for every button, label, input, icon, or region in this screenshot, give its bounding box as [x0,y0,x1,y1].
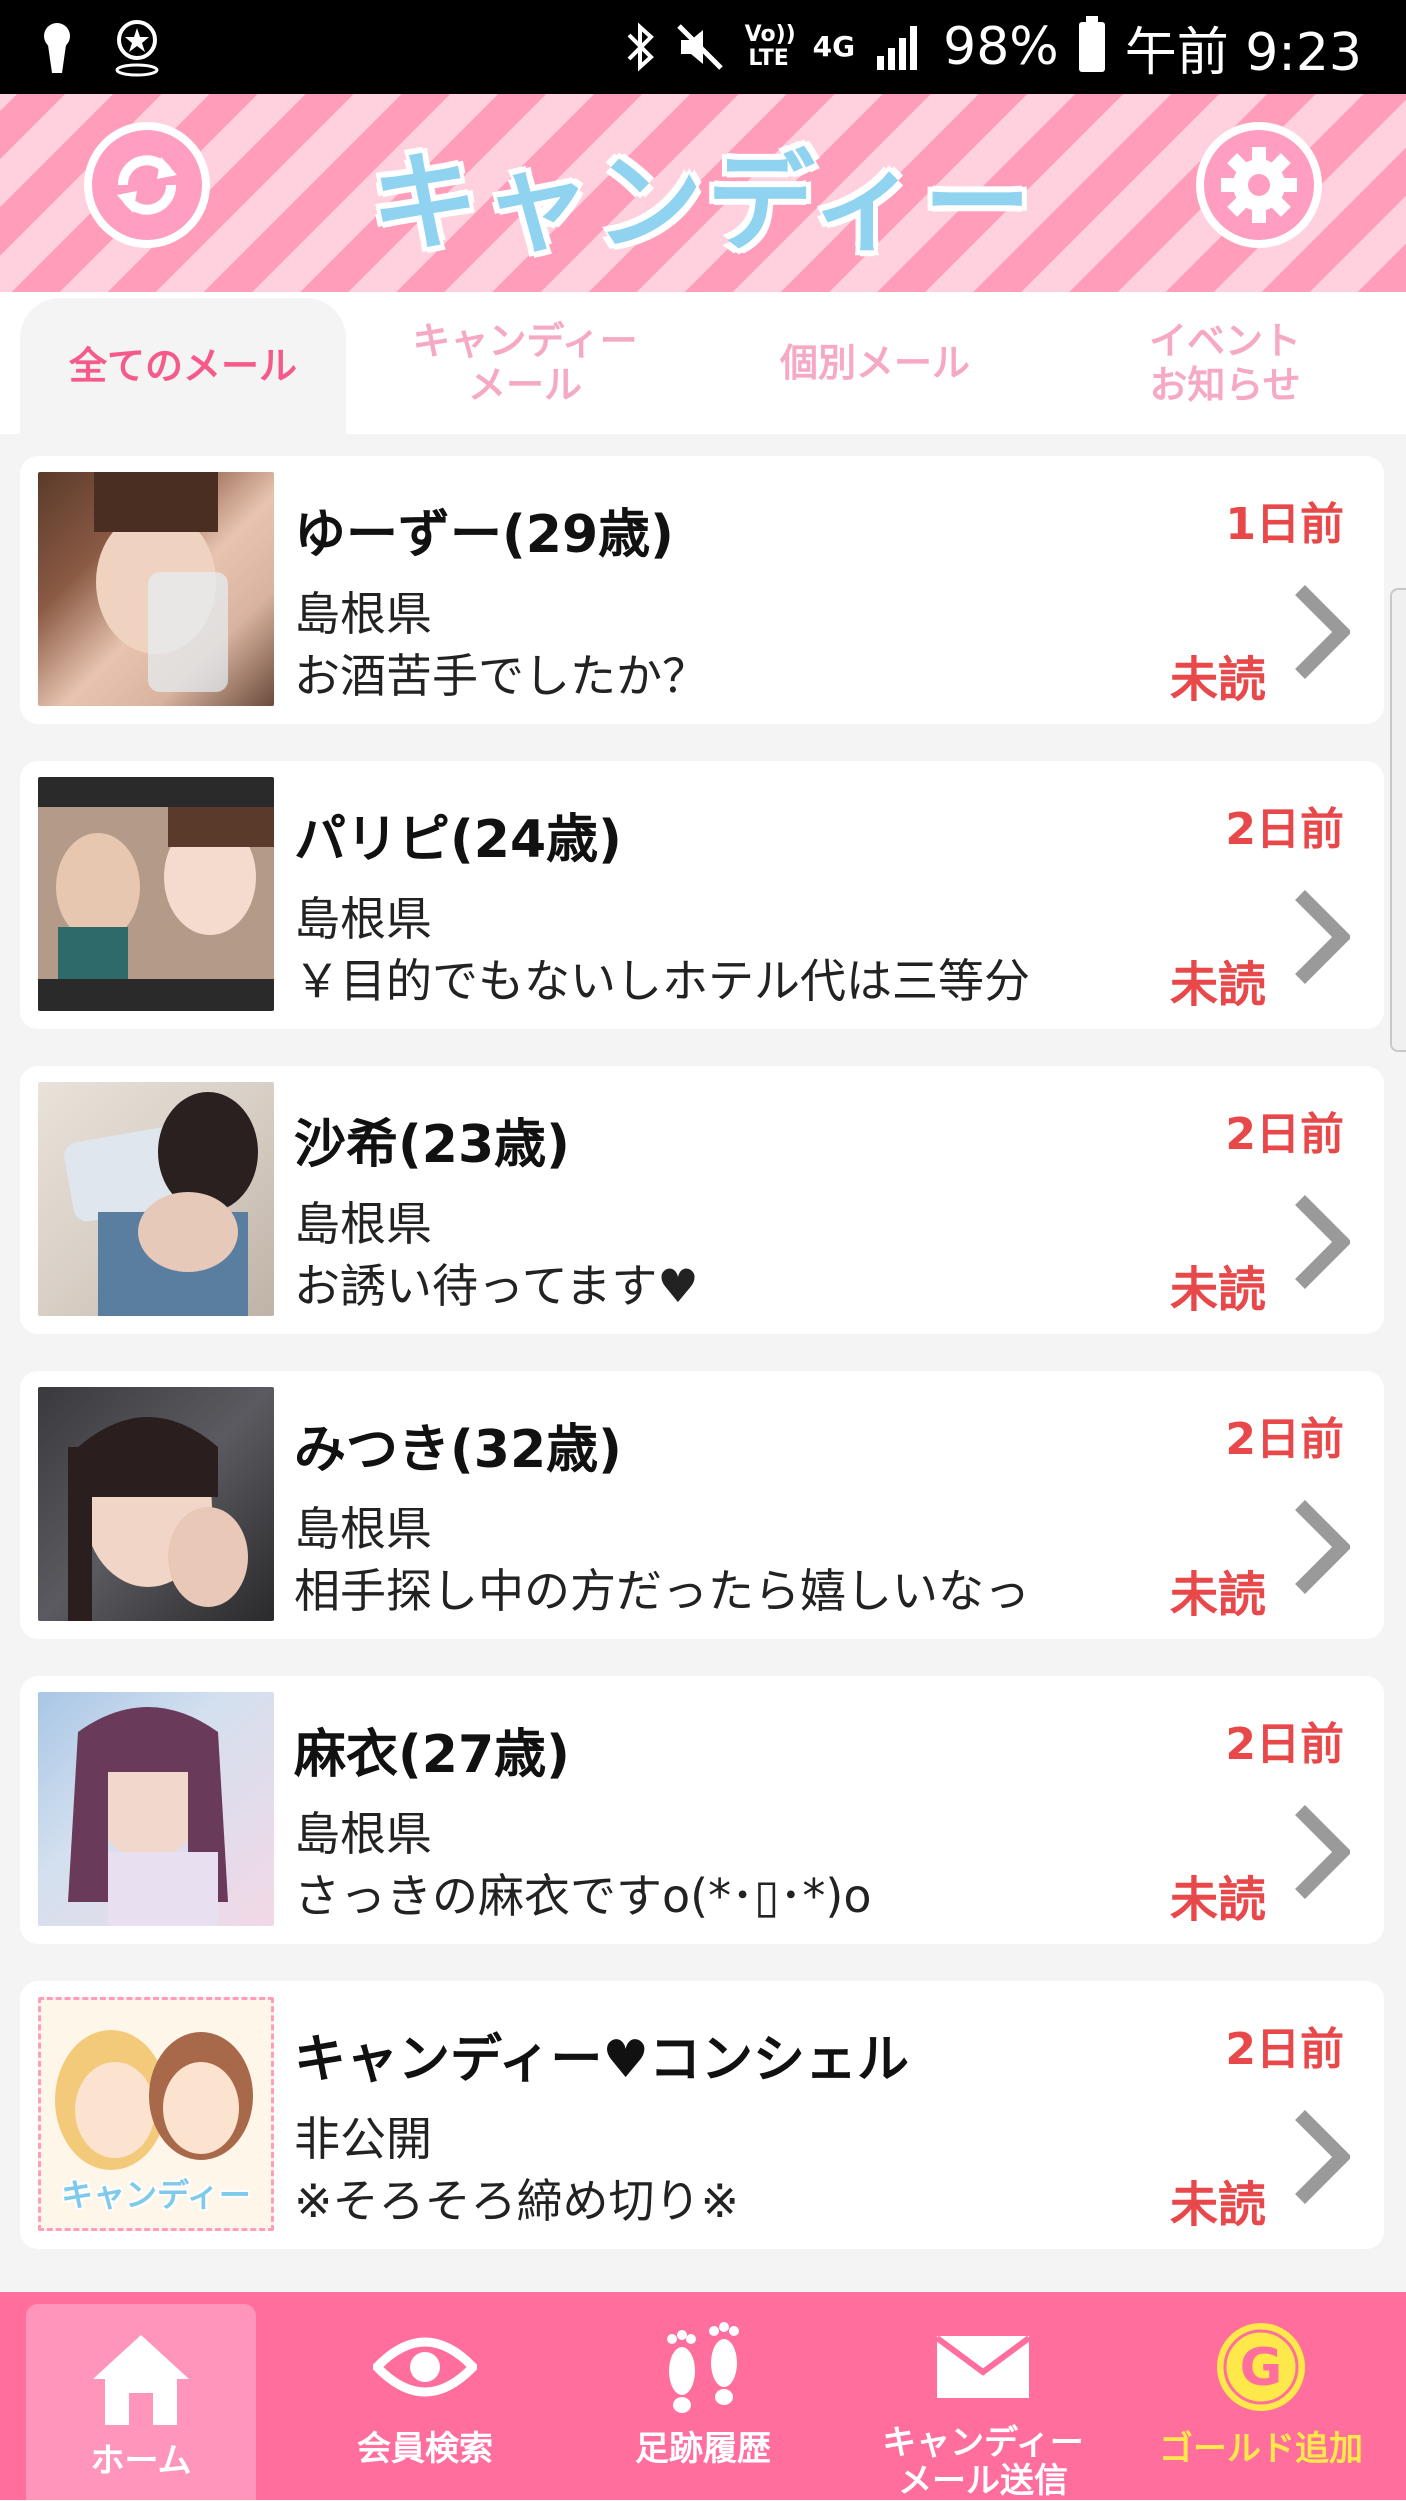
chevron-right-icon [1295,585,1350,679]
network-indicator: 4G [812,30,856,63]
user-name: キャンディー♥コンシェル [294,2030,909,2090]
avatar [38,1387,274,1621]
user-prefecture: 島根県 [294,587,432,641]
message-item[interactable]: 沙希(23歳) 島根県 お誘い待ってます♥ 2日前 未読 [20,1066,1384,1334]
user-name: 麻衣(27歳) [294,1725,570,1785]
user-name: パリピ(24歳) [294,810,622,870]
home-icon [86,2324,196,2434]
eye-icon [370,2312,480,2422]
nav-member-search[interactable]: 会員検索 [290,2292,560,2500]
nav-label: キャンディー メール送信 [882,2423,1084,2501]
tab-label: イベント お知らせ [1148,319,1301,407]
tab-all-mail[interactable]: 全てのメール [20,298,346,434]
keyhole-icon [44,23,70,73]
avatar [38,1082,274,1316]
tab-label: 個別メール [779,341,970,385]
avatar [38,472,274,706]
user-name: みつき(32歳) [294,1420,622,1480]
scrollbar[interactable] [1390,588,1406,1052]
message-time: 2日前 [1225,2024,1344,2075]
tab-label: 全てのメール [68,344,297,388]
user-prefecture: 島根県 [294,1807,432,1861]
nav-add-gold[interactable]: G ゴールド追加 [1126,2292,1396,2500]
nav-label: ホーム [90,2441,192,2481]
message-item[interactable]: キャンディー キャンディー♥コンシェル 非公開 ※そろそろ締め切り※ 2日前 未… [20,1981,1384,2249]
message-preview: 相手探し中の方だったら嬉しいなっ [294,1564,1030,1618]
avatar: キャンディー [38,1997,274,2231]
nav-footprints[interactable]: 足跡履歴 [568,2292,838,2500]
battery-icon [1078,16,1105,72]
tab-individual-mail[interactable]: 個別メール [700,292,1050,434]
message-item[interactable]: 麻衣(27歳) 島根県 さっきの麻衣ですo(*･▯･*)o 2日前 未読 [20,1676,1384,1944]
location-star-icon [115,20,159,77]
user-prefecture: 非公開 [294,2112,432,2166]
unread-badge: 未読 [1169,1262,1266,1318]
avatar [38,777,274,1011]
status-bar: Vo)) LTE 4G 98% 午前 9:23 [0,0,1406,94]
message-time: 2日前 [1225,804,1344,855]
refresh-button[interactable] [84,122,210,248]
mail-tabs: 全てのメール キャンディー メール 個別メール イベント お知らせ [0,292,1406,434]
message-preview: お誘い待ってます♥ [294,1259,699,1313]
user-name: ゆーずー(29歳) [294,505,674,565]
message-list: ゆーずー(29歳) 島根県 お酒苦手でしたか？ 1日前 未読 パリピ(24歳) … [0,434,1406,2290]
unread-badge: 未読 [1169,2177,1266,2233]
nav-send-mail[interactable]: キャンディー メール送信 [848,2292,1118,2500]
avatar [38,1692,274,1926]
bluetooth-icon [627,22,654,72]
message-preview: お酒苦手でしたか？ [294,649,708,703]
nav-label: 会員検索 [357,2429,493,2469]
gold-coin-icon: G [1206,2312,1316,2422]
signal-icon [877,26,918,70]
nav-label: ゴールド追加 [1159,2429,1363,2469]
mute-icon [676,24,723,70]
unread-badge: 未読 [1169,957,1266,1013]
unread-badge: 未読 [1169,1567,1266,1623]
message-preview: さっきの麻衣ですo(*･▯･*)o [294,1869,872,1923]
bottom-navigation: ホーム 会員検索 足跡履歴 キャンディー メール送信 G ゴールド追加 [0,2292,1406,2500]
app-logo: キャンディー [370,141,1036,266]
unread-badge: 未読 [1169,1872,1266,1928]
tab-candy-mail[interactable]: キャンディー メール [360,292,690,434]
tab-label: キャンディー メール [412,319,638,407]
message-item[interactable]: みつき(32歳) 島根県 相手探し中の方だったら嬉しいなっ 2日前 未読 [20,1371,1384,1639]
message-item[interactable]: ゆーずー(29歳) 島根県 お酒苦手でしたか？ 1日前 未読 [20,456,1384,724]
gear-icon [1221,147,1297,223]
refresh-icon [117,155,177,215]
clock: 午前 9:23 [1124,22,1362,83]
message-preview: ※そろそろ締め切り※ [294,2174,740,2228]
app-header: キャンディー [0,94,1406,292]
unread-badge: 未読 [1169,652,1266,708]
user-prefecture: 島根県 [294,1502,432,1556]
chevron-right-icon [1295,1500,1350,1594]
chevron-right-icon [1295,2110,1350,2204]
tab-event-notice[interactable]: イベント お知らせ [1060,292,1390,434]
thumb-logo-text: キャンディー [61,2176,251,2214]
chevron-right-icon [1295,1805,1350,1899]
chevron-right-icon [1295,890,1350,984]
message-time: 2日前 [1225,1109,1344,1160]
message-item[interactable]: パリピ(24歳) 島根県 ￥目的でもないしホテル代は三等分 2日前 未読 [20,761,1384,1029]
message-preview: ￥目的でもないしホテル代は三等分 [294,954,1030,1008]
user-prefecture: 島根県 [294,1197,432,1251]
message-time: 2日前 [1225,1719,1344,1770]
chevron-right-icon [1295,1195,1350,1289]
message-time: 1日前 [1225,499,1344,550]
mail-icon [928,2312,1038,2422]
svg-text:G: G [1240,2338,1283,2398]
nav-home[interactable]: ホーム [26,2304,256,2500]
nav-label: 足跡履歴 [635,2429,771,2469]
volte-indicator: Vo)) LTE [744,22,796,71]
footprint-icon [648,2312,758,2422]
user-prefecture: 島根県 [294,892,432,946]
battery-percent: 98% [943,17,1059,77]
user-name: 沙希(23歳) [294,1115,570,1175]
settings-button[interactable] [1196,122,1322,248]
message-time: 2日前 [1225,1414,1344,1465]
